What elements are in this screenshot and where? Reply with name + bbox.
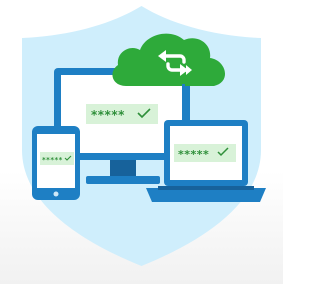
monitor-password-field: ***** [86, 104, 158, 124]
monitor-password-mask: ***** [91, 108, 125, 122]
phone-password-field: ***** [40, 152, 74, 165]
monitor-stand-neck [110, 160, 136, 178]
phone-home-button [53, 191, 59, 197]
laptop-password-field: ***** [174, 144, 236, 162]
laptop-password-mask: ***** [178, 148, 209, 161]
illustration-canvas: ***** ***** ***** [22, 6, 266, 266]
security-sync-illustration: ***** ***** ***** [0, 0, 283, 284]
laptop-base [146, 188, 266, 202]
cloud-laptop-connector [182, 84, 185, 120]
phone-password-mask: ***** [42, 156, 63, 164]
laptop-hinge [158, 186, 254, 190]
monitor-stand-base [86, 176, 160, 184]
